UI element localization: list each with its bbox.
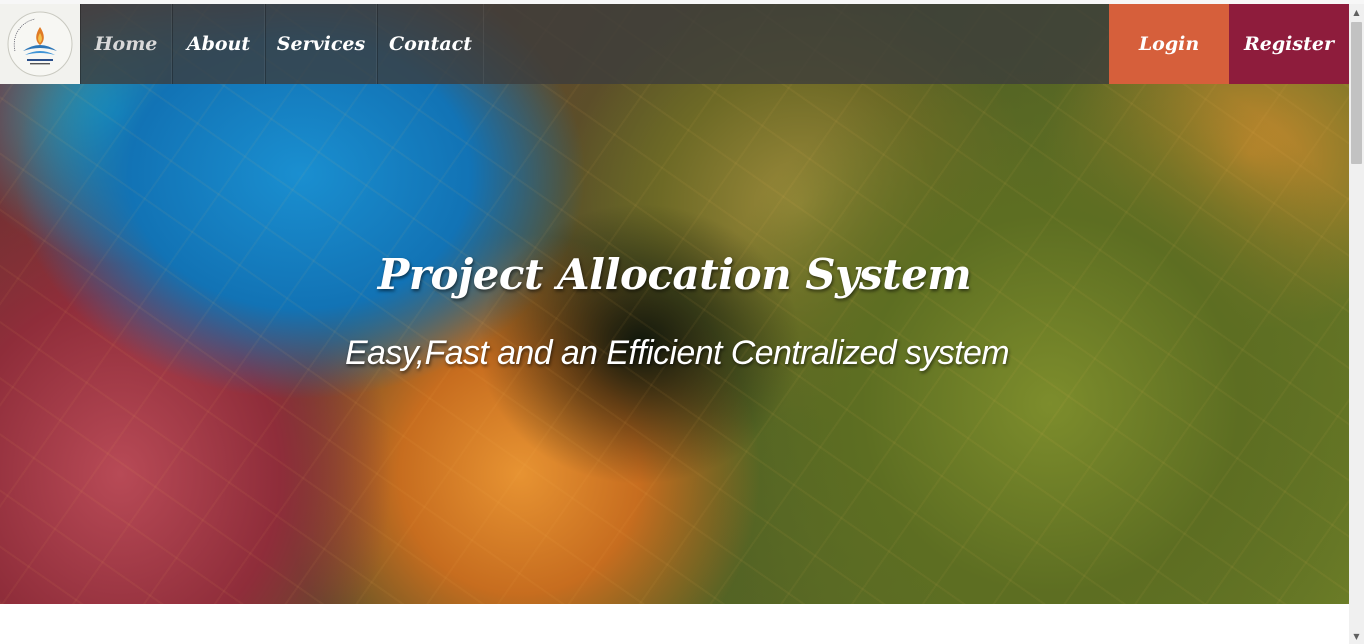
nav-about[interactable]: About [172, 4, 265, 84]
navbar: Home About Services Contact Login Regist… [0, 4, 1349, 84]
login-button[interactable]: Login [1109, 4, 1229, 84]
hero-title: Project Allocation System [377, 250, 972, 299]
nav-links: Home About Services Contact [80, 4, 484, 84]
register-button[interactable]: Register [1229, 4, 1349, 84]
hero-banner: Project Allocation System Easy,Fast and … [0, 4, 1349, 604]
scroll-up-arrow-icon[interactable]: ▲ [1349, 4, 1364, 20]
nav-services[interactable]: Services [265, 4, 377, 84]
scroll-thumb[interactable] [1351, 22, 1362, 164]
nav-contact[interactable]: Contact [377, 4, 484, 84]
vertical-scrollbar[interactable]: ▲ ▼ [1349, 4, 1364, 644]
university-logo[interactable] [0, 4, 80, 84]
university-logo-icon [7, 11, 73, 77]
hero-subtitle: Easy,Fast and an Efficient Centralized s… [344, 334, 1010, 372]
nav-home[interactable]: Home [80, 4, 172, 84]
scroll-down-arrow-icon[interactable]: ▼ [1349, 628, 1364, 644]
